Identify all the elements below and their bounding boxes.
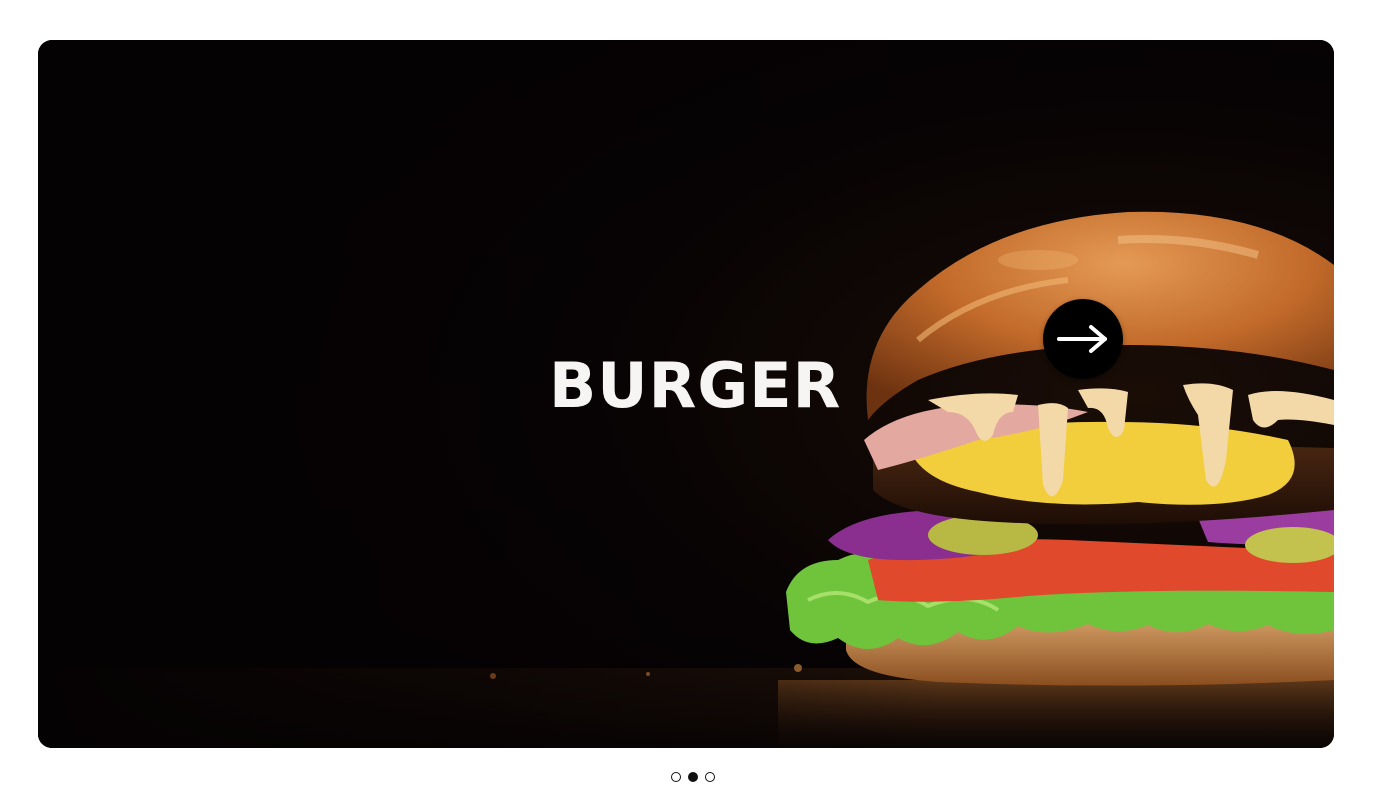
next-slide-button[interactable] bbox=[1043, 299, 1123, 379]
slider-pagination bbox=[0, 770, 1386, 784]
arrow-right-icon bbox=[1057, 325, 1107, 353]
slide-title: BURGER bbox=[549, 349, 842, 422]
slide-dot-2[interactable] bbox=[688, 772, 698, 782]
slide-dot-1[interactable] bbox=[671, 772, 681, 782]
page: BURGER bbox=[0, 0, 1386, 807]
slide-dot-3[interactable] bbox=[705, 772, 715, 782]
hero-slider: BURGER bbox=[38, 40, 1334, 748]
